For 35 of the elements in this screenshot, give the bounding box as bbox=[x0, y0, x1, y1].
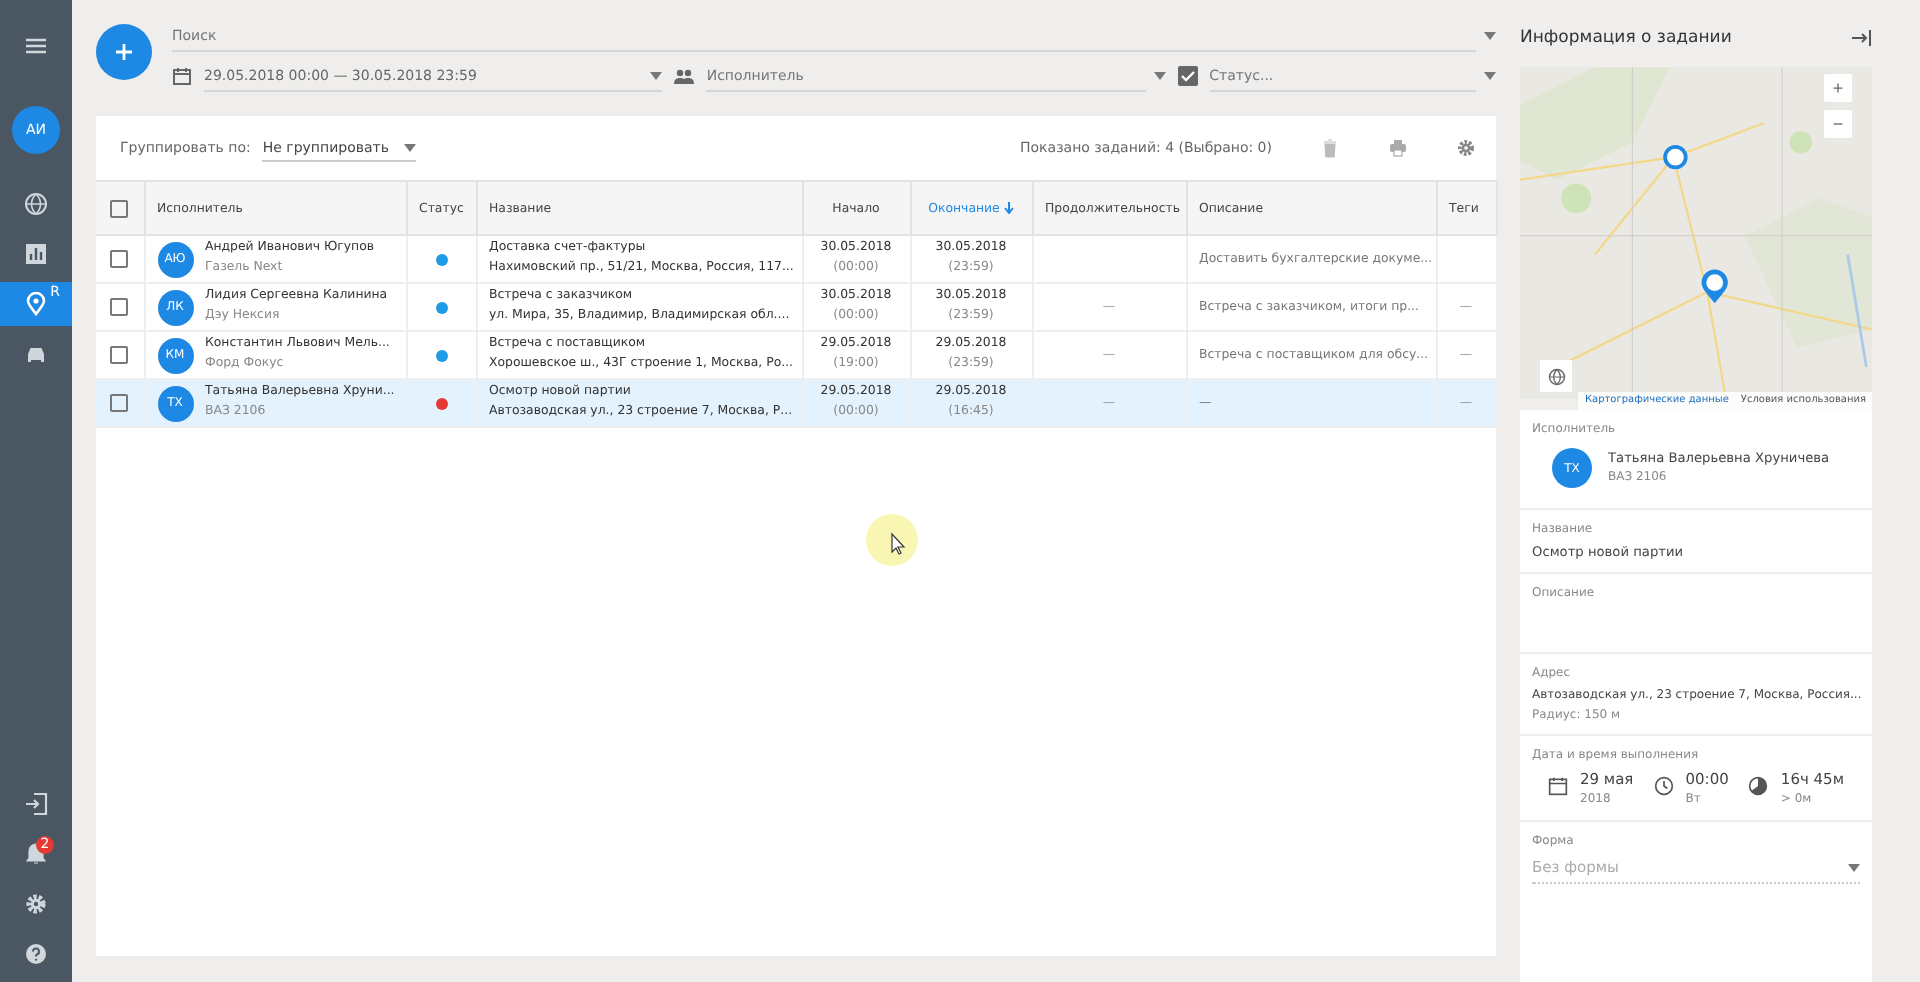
caret-icon bbox=[1484, 32, 1496, 40]
people-icon bbox=[674, 66, 695, 86]
add-button[interactable] bbox=[96, 24, 152, 80]
caret-icon bbox=[404, 143, 417, 151]
map-pin-icon bbox=[24, 292, 48, 316]
map-type-button[interactable] bbox=[1540, 360, 1572, 392]
caret-icon bbox=[1848, 863, 1860, 872]
exit-icon[interactable] bbox=[24, 792, 48, 816]
row-checkbox[interactable] bbox=[110, 346, 129, 364]
timer-icon bbox=[1748, 776, 1769, 796]
caret-icon bbox=[1153, 72, 1166, 80]
menu-icon[interactable] bbox=[24, 34, 48, 58]
plus-icon bbox=[114, 42, 134, 62]
checkbox[interactable] bbox=[1177, 66, 1198, 86]
collapse-icon[interactable] bbox=[1852, 30, 1872, 46]
row-checkbox[interactable] bbox=[110, 250, 129, 268]
zoom-out-button[interactable]: − bbox=[1824, 110, 1852, 138]
cursor-icon bbox=[864, 512, 920, 568]
globe-icon bbox=[1547, 367, 1565, 385]
calendar-icon bbox=[172, 66, 192, 86]
zoom-in-button[interactable]: + bbox=[1824, 74, 1852, 102]
clock-icon bbox=[1653, 776, 1674, 796]
caret-icon bbox=[1483, 72, 1496, 80]
bar-chart-icon bbox=[24, 242, 48, 266]
car-icon bbox=[24, 342, 48, 366]
calendar-icon bbox=[1548, 776, 1568, 796]
caret-icon bbox=[650, 71, 663, 79]
settings-icon[interactable] bbox=[1456, 138, 1476, 158]
globe-icon bbox=[24, 192, 48, 216]
panel-title: Информация о задании bbox=[1520, 28, 1732, 48]
sort-arrow-icon bbox=[1003, 201, 1014, 214]
row-checkbox[interactable] bbox=[110, 298, 129, 316]
row-checkbox[interactable] bbox=[110, 394, 129, 412]
select-all-checkbox[interactable] bbox=[110, 199, 129, 217]
help-icon[interactable] bbox=[24, 942, 48, 966]
